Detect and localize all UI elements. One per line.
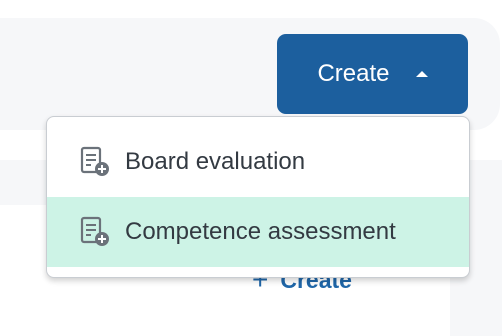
document-add-icon xyxy=(80,216,109,246)
create-button[interactable]: Create xyxy=(277,34,468,114)
document-add-icon xyxy=(80,146,109,176)
page: + Create Create Board evaluation Compete… xyxy=(0,0,502,336)
create-button-label: Create xyxy=(317,60,390,87)
menu-item-board-evaluation[interactable]: Board evaluation xyxy=(47,127,469,197)
menu-item-label: Board evaluation xyxy=(125,148,306,175)
menu-item-label: Competence assessment xyxy=(125,218,396,245)
caret-up-icon xyxy=(415,71,428,77)
menu-item-competence-assessment[interactable]: Competence assessment xyxy=(47,197,469,267)
create-dropdown-menu: Board evaluation Competence assessment xyxy=(46,116,470,278)
